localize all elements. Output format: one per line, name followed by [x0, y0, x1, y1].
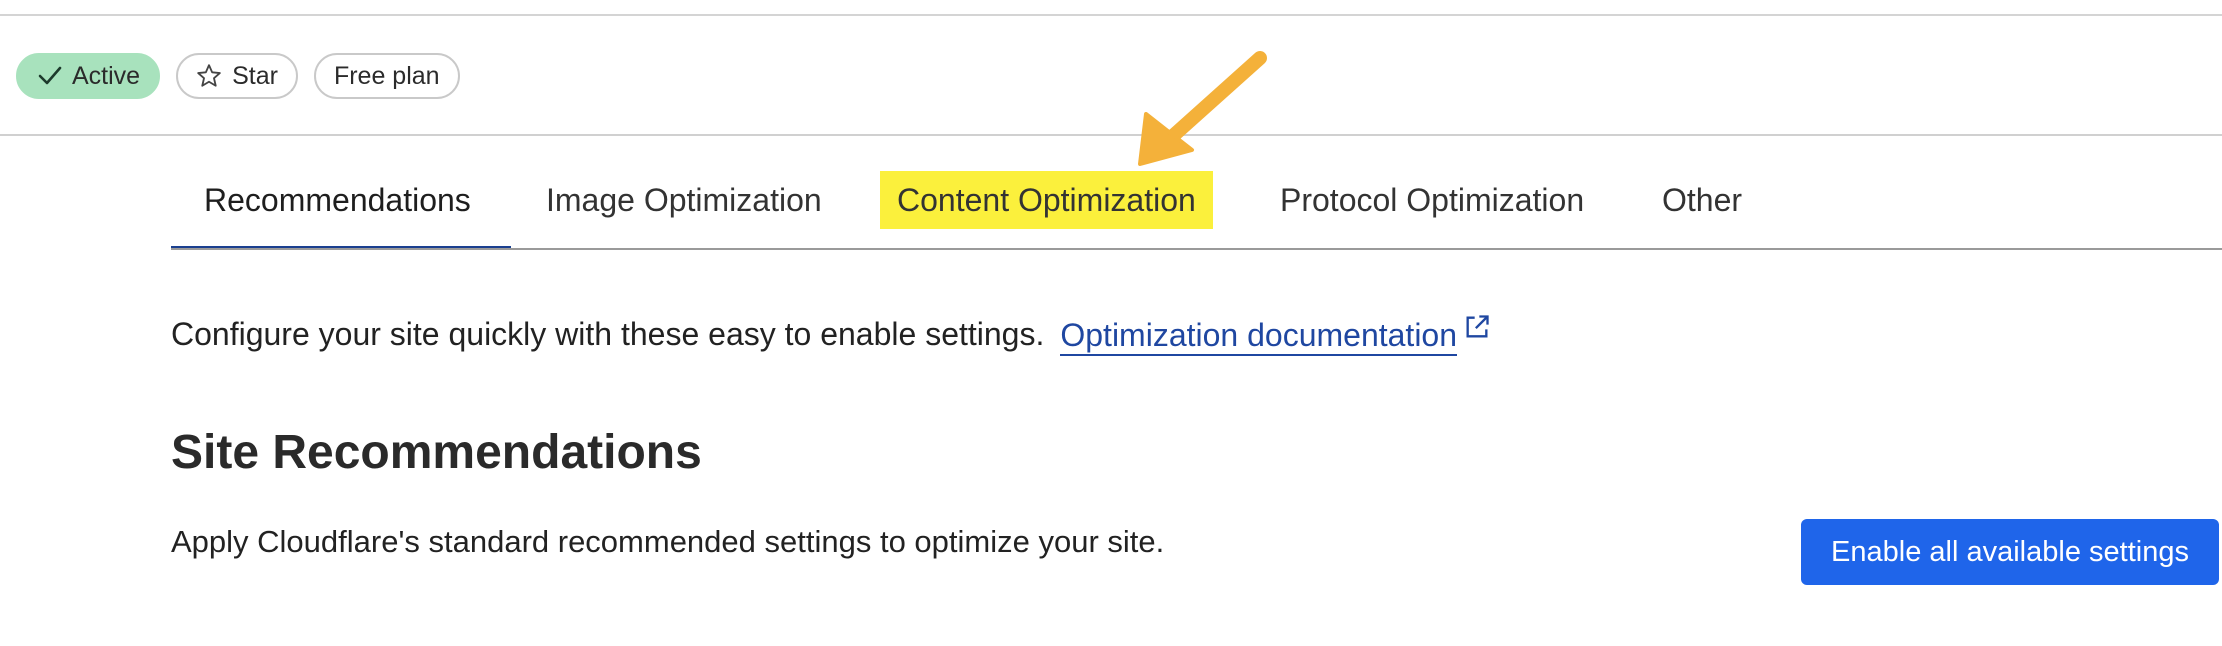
site-recommendations-heading: Site Recommendations: [171, 426, 702, 479]
tab-protocol-optimization[interactable]: Protocol Optimization: [1280, 170, 1584, 230]
enable-all-settings-label: Enable all available settings: [1831, 535, 2189, 568]
star-outline-icon: [196, 63, 222, 89]
external-link-icon: [1463, 312, 1491, 349]
top-divider: [0, 14, 2222, 16]
header-divider: [0, 134, 2222, 136]
check-icon: [38, 66, 62, 86]
active-status-label: Active: [72, 61, 141, 90]
tab-image-optimization[interactable]: Image Optimization: [546, 170, 822, 230]
tab-recommendations-label: Recommendations: [204, 181, 471, 218]
intro-text-row: Configure your site quickly with these e…: [171, 315, 1491, 356]
optimization-documentation-link[interactable]: Optimization documentation: [1060, 316, 1458, 356]
tab-recommendations[interactable]: Recommendations: [204, 170, 471, 230]
enable-all-settings-button[interactable]: Enable all available settings: [1801, 519, 2219, 585]
status-badge-row: Active Star Free plan: [16, 52, 460, 100]
star-label: Star: [232, 61, 278, 90]
tab-other[interactable]: Other: [1662, 170, 1742, 230]
intro-text: Configure your site quickly with these e…: [171, 316, 1045, 352]
tab-other-label: Other: [1662, 181, 1743, 218]
tab-protocol-optimization-label: Protocol Optimization: [1280, 181, 1585, 218]
active-status-badge[interactable]: Active: [16, 53, 161, 99]
plan-badge[interactable]: Free plan: [313, 53, 460, 99]
tabs-baseline: [171, 248, 2222, 250]
star-button[interactable]: Star: [176, 53, 298, 99]
site-recommendations-description: Apply Cloudflare's standard recommended …: [171, 524, 1165, 559]
optimization-tabs: Recommendations Image Optimization Conte…: [171, 166, 2222, 252]
tab-content-optimization[interactable]: Content Optimization: [880, 171, 1213, 229]
plan-label: Free plan: [333, 61, 440, 90]
tab-image-optimization-label: Image Optimization: [546, 181, 822, 218]
arrow-annotation: [1138, 51, 1267, 166]
tab-content-optimization-label: Content Optimization: [897, 181, 1196, 218]
optimization-documentation-label: Optimization documentation: [1060, 317, 1458, 353]
